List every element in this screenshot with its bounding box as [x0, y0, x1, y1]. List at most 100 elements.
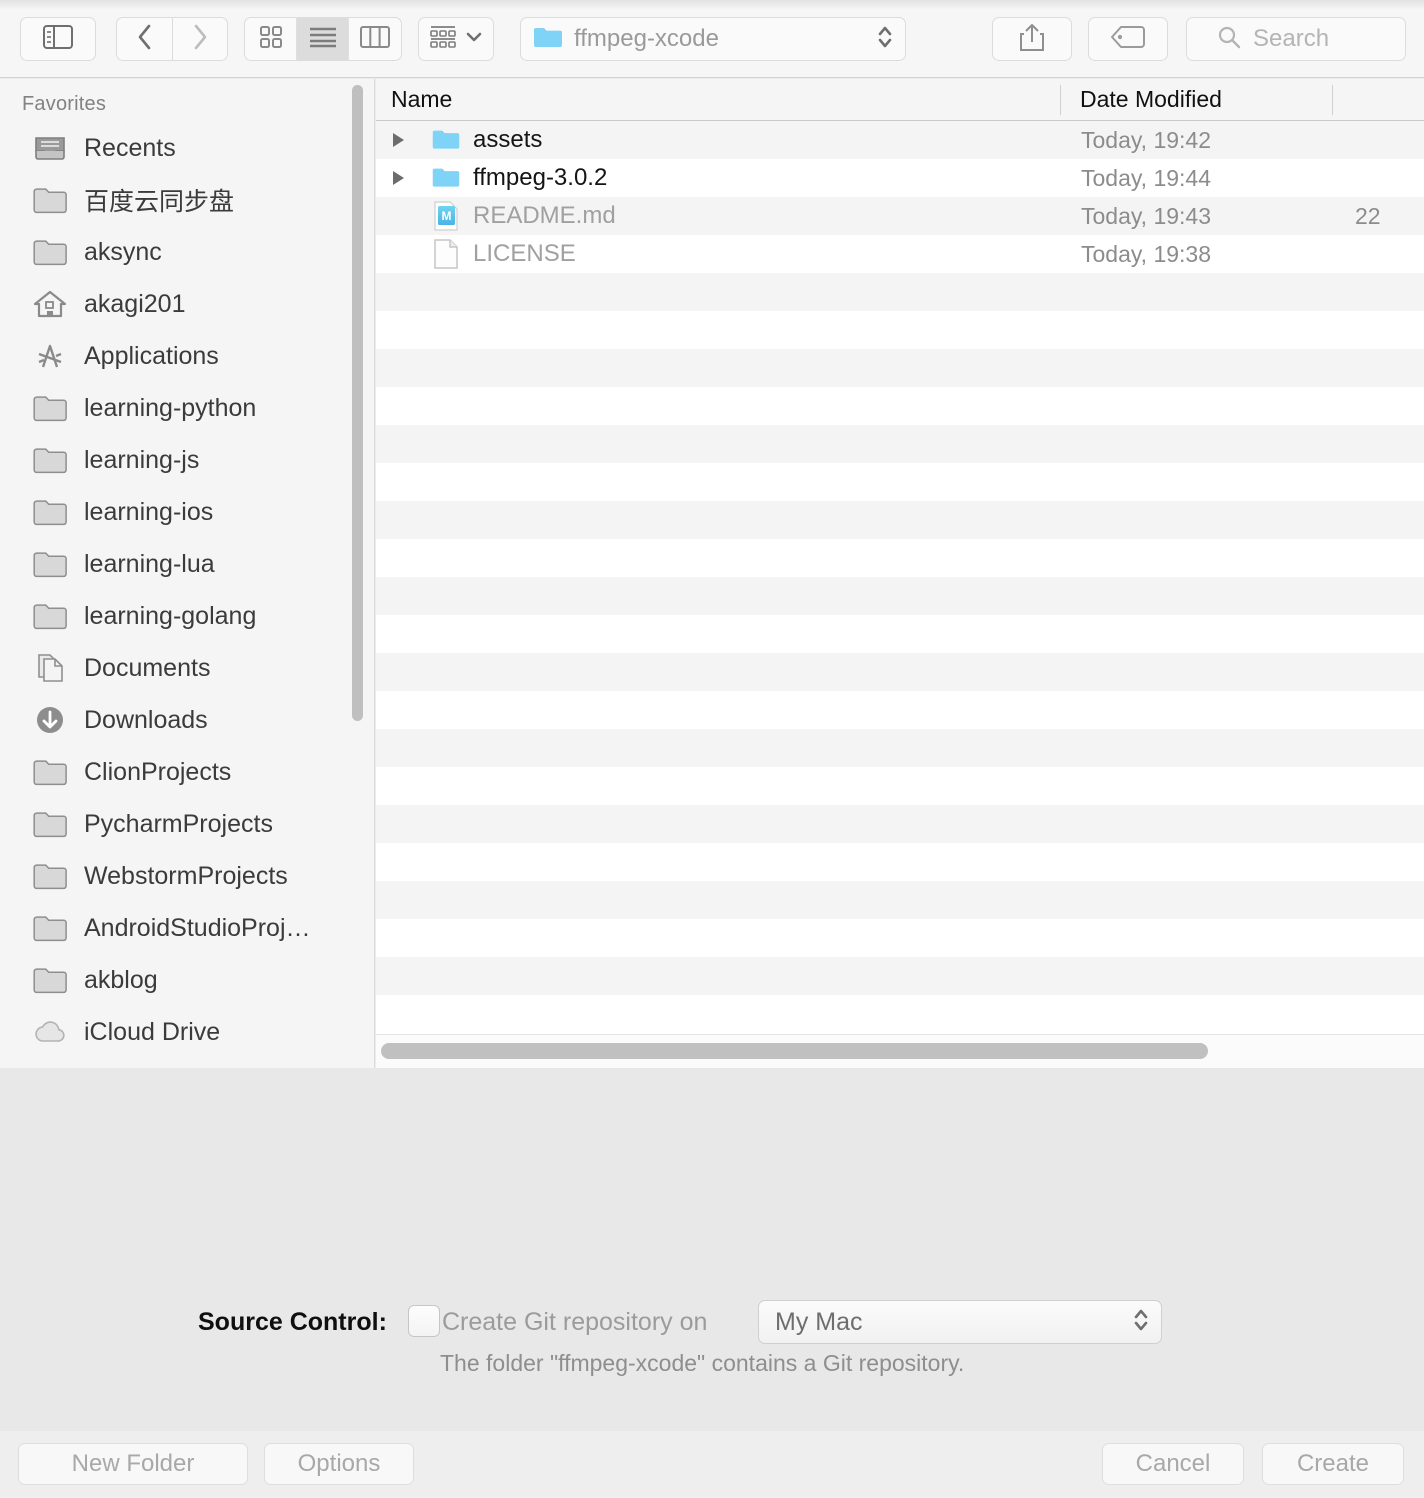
sidebar-item-learning-golang[interactable]: learning-golang: [0, 590, 374, 642]
sidebar-item-label: aksync: [84, 237, 162, 266]
sidebar-item-learning-python[interactable]: learning-python: [0, 382, 374, 434]
empty-row: [376, 729, 1424, 767]
list-icon: [308, 26, 338, 53]
folder-icon: [32, 184, 68, 216]
folder-icon: [32, 912, 68, 944]
folder-icon: [32, 444, 68, 476]
folder-icon: [32, 808, 68, 840]
folder-icon: [32, 964, 68, 996]
sidebar-toggle-icon: [43, 24, 73, 54]
share-button[interactable]: [992, 17, 1072, 61]
file-list-horizontal-scrollbar[interactable]: [376, 1034, 1424, 1068]
sidebar-item-akblog[interactable]: akblog: [0, 954, 374, 1006]
options-button[interactable]: Options: [264, 1443, 414, 1485]
home-icon: [32, 288, 68, 320]
empty-row: [376, 767, 1424, 805]
sidebar-item-pycharmprojects[interactable]: PycharmProjects: [0, 798, 374, 850]
view-mode-segmented-control[interactable]: [244, 17, 402, 61]
view-mode-list-button[interactable]: [297, 18, 349, 60]
view-mode-icon-button[interactable]: [245, 18, 297, 60]
column-divider[interactable]: [1332, 85, 1333, 115]
path-popup-button[interactable]: ffmpeg-xcode: [520, 17, 906, 61]
save-panel-dialog: ffmpeg-xcode Search Favorites Recents 百度…: [0, 0, 1424, 1498]
chevron-right-icon: [191, 23, 209, 56]
sidebar-item-icloud-drive[interactable]: iCloud Drive: [0, 1006, 374, 1058]
folder-icon: [32, 756, 68, 788]
folder-icon: [32, 236, 68, 268]
sidebar-item-label: 百度云同步盘: [84, 188, 235, 216]
tag-button[interactable]: [1088, 17, 1168, 61]
disclosure-triangle-icon[interactable]: [393, 171, 404, 185]
sidebar-item-label: learning-golang: [84, 601, 257, 630]
source-control-label: Source Control:: [198, 1307, 387, 1336]
git-location-value: My Mac: [775, 1307, 863, 1336]
empty-row: [376, 349, 1424, 387]
file-list[interactable]: Name Date Modified assets Today, 19:42 ffm…: [376, 79, 1424, 1068]
folder-icon: [32, 392, 68, 424]
empty-row: [376, 691, 1424, 729]
accessory-panel: Source Control: Create Git repository on…: [0, 1068, 1424, 1431]
cancel-button[interactable]: Cancel: [1102, 1443, 1244, 1485]
empty-row: [376, 273, 1424, 311]
empty-row: [376, 463, 1424, 501]
document-icon: [432, 239, 460, 269]
disclosure-triangle-icon[interactable]: [393, 133, 404, 147]
file-date-modified: Today, 19:38: [1081, 240, 1212, 267]
search-input[interactable]: Search: [1186, 17, 1406, 61]
sidebar-item-[interactable]: 百度云同步盘: [0, 174, 374, 226]
sidebar-item-akagi201[interactable]: akagi201: [0, 278, 374, 330]
bottom-button-bar: New Folder Options Cancel Create: [0, 1431, 1424, 1498]
folder-icon: [432, 127, 460, 153]
table-row[interactable]: assets Today, 19:42: [376, 121, 1424, 159]
create-git-repository-checkbox[interactable]: [408, 1305, 440, 1337]
sidebar-item-downloads[interactable]: Downloads: [0, 694, 374, 746]
empty-row: [376, 919, 1424, 957]
new-folder-button[interactable]: New Folder: [18, 1443, 248, 1485]
updown-chevron-icon: [875, 21, 895, 58]
empty-row: [376, 539, 1424, 577]
folder-icon: [432, 165, 460, 191]
table-row[interactable]: M README.md Today, 19:43 22: [376, 197, 1424, 235]
documents-icon: [32, 652, 68, 684]
columns-icon: [360, 25, 390, 53]
sidebar-item-label: Recents: [84, 133, 176, 162]
share-icon: [1019, 22, 1045, 57]
sidebar-scrollbar-thumb[interactable]: [352, 85, 363, 721]
forward-button[interactable]: [172, 17, 228, 61]
path-popup-label: ffmpeg-xcode: [574, 25, 719, 52]
create-button[interactable]: Create: [1262, 1443, 1404, 1485]
sidebar[interactable]: Favorites Recents 百度云同步盘 aksync akagi201 App…: [0, 79, 375, 1068]
column-header-date-modified[interactable]: Date Modified: [1080, 86, 1222, 113]
git-location-popup-button[interactable]: My Mac: [758, 1300, 1162, 1344]
empty-row: [376, 425, 1424, 463]
sidebar-item-applications[interactable]: Applications: [0, 330, 374, 382]
sidebar-item-recents[interactable]: Recents: [0, 122, 374, 174]
file-date-modified: Today, 19:42: [1081, 126, 1212, 153]
sidebar-item-learning-js[interactable]: learning-js: [0, 434, 374, 486]
sidebar-item-aksync[interactable]: aksync: [0, 226, 374, 278]
source-control-row: Source Control: Create Git repository on…: [0, 1300, 1424, 1344]
file-list-header: Name Date Modified: [376, 79, 1424, 121]
view-mode-column-button[interactable]: [349, 18, 401, 60]
chevron-left-icon: [136, 23, 154, 56]
sidebar-item-clionprojects[interactable]: ClionProjects: [0, 746, 374, 798]
sidebar-item-documents[interactable]: Documents: [0, 642, 374, 694]
sidebar-item-label: Applications: [84, 341, 219, 370]
file-name: LICENSE: [473, 240, 576, 267]
column-divider[interactable]: [1060, 85, 1061, 115]
file-rows: assets Today, 19:42 ffmpeg-3.0.2 Today, 19:…: [376, 121, 1424, 995]
horizontal-scrollbar-thumb[interactable]: [381, 1043, 1208, 1059]
sidebar-item-learning-lua[interactable]: learning-lua: [0, 538, 374, 590]
sidebar-toggle-button[interactable]: [20, 17, 96, 61]
table-row[interactable]: LICENSE Today, 19:38: [376, 235, 1424, 273]
sidebar-item-label: ClionProjects: [84, 757, 232, 786]
back-button[interactable]: [116, 17, 172, 61]
sidebar-item-webstormprojects[interactable]: WebstormProjects: [0, 850, 374, 902]
sidebar-item-learning-ios[interactable]: learning-ios: [0, 486, 374, 538]
table-row[interactable]: ffmpeg-3.0.2 Today, 19:44: [376, 159, 1424, 197]
sidebar-item-androidstudioproj[interactable]: AndroidStudioProj…: [0, 902, 374, 954]
arrange-button[interactable]: [418, 17, 494, 61]
column-header-name[interactable]: Name: [391, 86, 452, 113]
create-git-repository-label[interactable]: Create Git repository on: [442, 1308, 707, 1337]
sidebar-item-label: iCloud Drive: [84, 1017, 221, 1046]
